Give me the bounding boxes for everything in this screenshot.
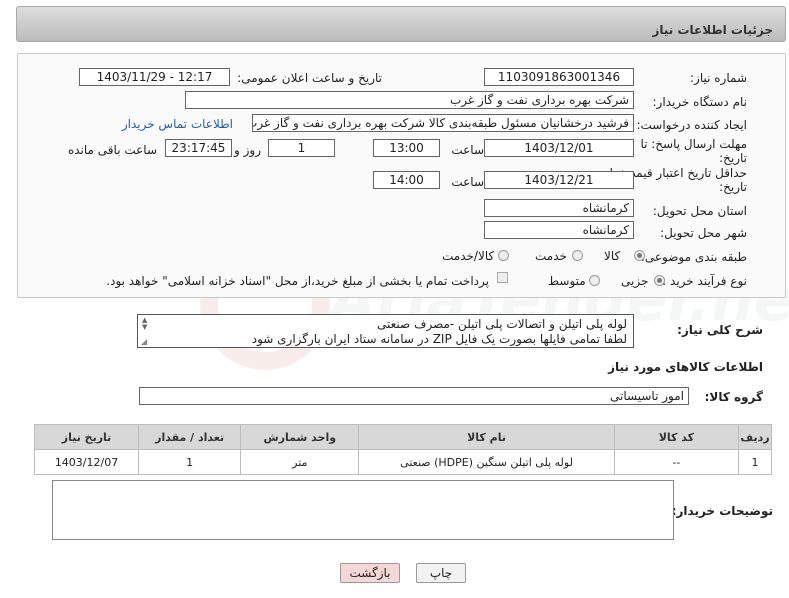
creator-label: ایجاد کننده درخواست:: [636, 118, 747, 132]
category-option-goods-service: کالا/خدمت: [442, 249, 495, 263]
category-label: طبقه بندی موضوعی:: [640, 250, 747, 264]
back-button[interactable]: بازگشت: [340, 563, 400, 583]
cell-unit: متر: [240, 449, 360, 475]
cell-quantity: 1: [138, 449, 242, 475]
purchase-option-minor: جزیی: [621, 274, 649, 288]
col-quantity: تعداد / مقدار: [138, 424, 242, 450]
reply-date-field: 1403/12/01: [484, 139, 634, 157]
cell-row: 1: [738, 449, 772, 475]
city-label: شهر محل تحویل:: [660, 226, 747, 240]
need-number-label: شماره نیاز:: [690, 71, 747, 85]
province-field: کرمانشاه: [484, 199, 634, 217]
items-table: ردیف کد کالا نام کالا واحد شمارش تعداد /…: [33, 424, 772, 475]
col-row: ردیف: [738, 424, 772, 450]
goods-section-title: اطلاعات کالاهای مورد نیاز: [608, 360, 763, 374]
reply-days-field: 1: [268, 139, 335, 157]
category-option-goods: کالا: [604, 249, 621, 263]
purchase-radio-minor[interactable]: [654, 275, 665, 286]
remaining-time-label: ساعت باقی مانده: [67, 143, 157, 157]
treasury-payment-note: پرداخت تمام یا بخشی از مبلغ خرید،از محل …: [106, 274, 489, 288]
description-line-1: لوله پلی اتیلن و اتصالات پلی اتیلن -مصرف…: [376, 317, 627, 331]
price-validity-label-2: تاریخ:: [719, 180, 747, 194]
cell-name: لوله پلی اتیلن سنگین (HDPE) صنعتی: [358, 449, 615, 475]
creator-field: فرشید درخشانیان مسئول طبقه‌بندی کالا شرک…: [252, 114, 634, 132]
col-code: کد کالا: [613, 424, 740, 450]
reply-deadline-label-2: تاریخ:: [719, 151, 747, 165]
province-label: استان محل تحویل:: [652, 204, 747, 218]
reply-deadline-label: مهلت ارسال پاسخ: تا: [640, 137, 747, 151]
announce-field: 1403/11/29 - 12:17: [79, 68, 230, 86]
purchase-option-medium: متوسط: [548, 274, 586, 288]
treasury-payment-checkbox[interactable]: [497, 272, 508, 283]
print-button[interactable]: چاپ: [416, 563, 466, 583]
buyer-notes-textarea[interactable]: [52, 480, 674, 540]
description-textarea[interactable]: لوله پلی اتیلن و اتصالات پلی اتیلن -مصرف…: [137, 314, 634, 348]
buyer-contact-link[interactable]: اطلاعات تماس خریدار: [122, 117, 233, 131]
reply-time-label: ساعت: [451, 143, 484, 157]
cell-code: --: [613, 449, 740, 475]
description-line-2: لطفا تمامی فایلها بصورت یک فایل ZIP در س…: [251, 332, 627, 346]
goods-group-label: گروه کالا:: [704, 390, 763, 404]
category-radio-service[interactable]: [572, 250, 583, 261]
col-name: نام کالا: [358, 424, 615, 450]
buyer-field: شرکت بهره برداری نفت و گاز غرب: [185, 91, 634, 109]
category-option-service: خدمت: [535, 249, 567, 263]
page-title: جزئیات اطلاعات نیاز: [652, 23, 773, 37]
scroll-arrows-icon[interactable]: ▲ ▼: [142, 317, 147, 331]
price-validity-time-field: 14:00: [373, 171, 440, 189]
remaining-time-field: 23:17:45: [165, 139, 232, 157]
resize-handle-icon[interactable]: ◢: [141, 337, 147, 346]
purchase-type-label: نوع فرآیند خرید :: [662, 274, 747, 288]
reply-days-label: روز و: [234, 143, 261, 157]
category-radio-goods[interactable]: [634, 250, 645, 261]
table-row: 1 -- لوله پلی اتیلن سنگین (HDPE) صنعتی م…: [33, 449, 772, 475]
col-need-date: تاریخ نیاز: [33, 424, 140, 450]
announce-label: تاریخ و ساعت اعلان عمومی:: [237, 71, 382, 85]
category-radio-goods-service[interactable]: [498, 250, 509, 261]
reply-time-field: 13:00: [373, 139, 440, 157]
price-validity-time-label: ساعت: [451, 175, 484, 189]
price-validity-date-field: 1403/12/21: [484, 171, 634, 189]
buyer-label: نام دستگاه خریدار:: [652, 95, 748, 109]
col-unit: واحد شمارش: [240, 424, 360, 450]
table-header-row: ردیف کد کالا نام کالا واحد شمارش تعداد /…: [33, 424, 772, 450]
description-label: شرح کلی نیاز:: [677, 323, 763, 337]
cell-need-date: 1403/12/07: [33, 449, 140, 475]
need-number-field: 1103091863001346: [484, 68, 634, 86]
city-field: کرمانشاه: [484, 221, 634, 239]
buyer-notes-label: توضیحات خریدار:: [671, 504, 773, 518]
goods-group-field: امور تاسیساتی: [139, 387, 689, 405]
purchase-radio-medium[interactable]: [589, 275, 600, 286]
page-header: جزئیات اطلاعات نیاز: [16, 6, 786, 42]
